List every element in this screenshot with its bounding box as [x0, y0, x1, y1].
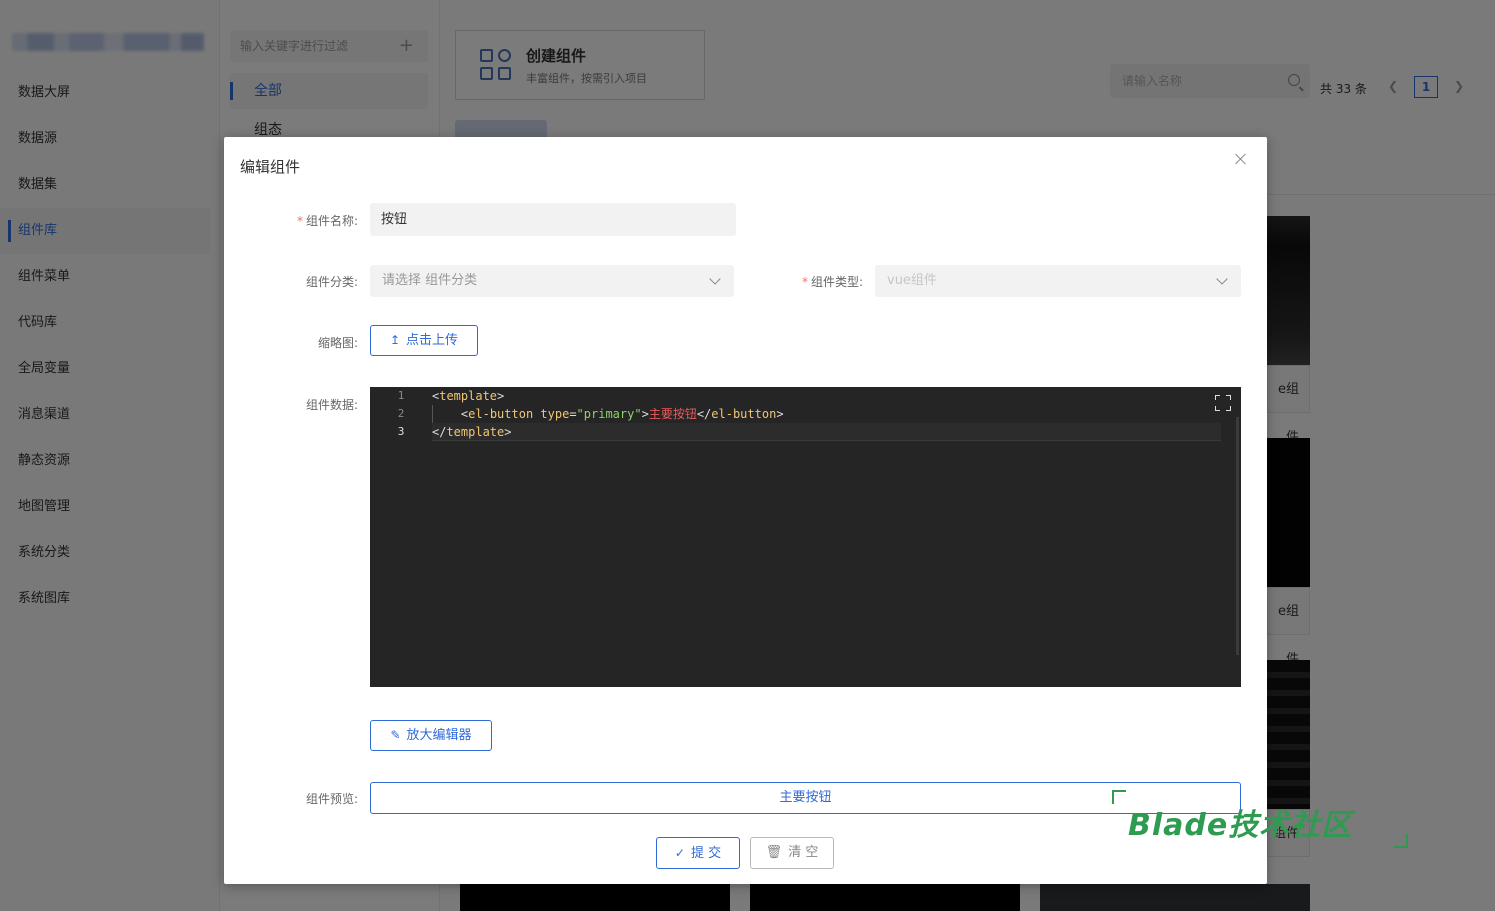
code-line: <template> [432, 389, 505, 403]
code-line: <el-button type="primary">主要按钮</el-butto… [460, 407, 784, 421]
editor-scrollbar[interactable] [1236, 417, 1239, 655]
code-line: </template> [432, 423, 1221, 441]
line-number-gutter: 1 2 3 [370, 387, 422, 441]
close-icon[interactable] [1233, 151, 1249, 167]
component-category-placeholder: 请选择 组件分类 [382, 273, 478, 288]
line-number: 2 [397, 407, 405, 420]
watermark-bracket [1394, 834, 1408, 848]
component-data-label: 组件数据: [305, 398, 358, 412]
component-type-label: * 组件类型: [801, 275, 863, 289]
clear-button[interactable]: 🗑 清 空 [750, 837, 834, 869]
chevron-down-icon [709, 273, 721, 285]
component-preview-label: 组件预览: [305, 792, 358, 806]
preview-primary-button[interactable]: 主要按钮 [370, 782, 1241, 814]
check-icon: ✓ [674, 846, 685, 860]
component-name-input[interactable]: 按钮 [370, 203, 736, 236]
code-editor[interactable]: 1 2 3 <template> <el-button type="primar… [370, 387, 1241, 687]
chevron-down-icon [1216, 273, 1228, 285]
line-number: 1 [397, 389, 405, 402]
dialog-title: 编辑组件 [240, 158, 301, 176]
edit-component-dialog: 编辑组件 * 组件名称: 按钮 组件分类: 请选择 组件分类 * 组件类型: vue… [224, 137, 1267, 884]
submit-button[interactable]: ✓ 提 交 [656, 837, 740, 869]
component-category-label: 组件分类: [305, 275, 358, 289]
upload-button[interactable]: ↥ 点击上传 [370, 325, 478, 356]
watermark-text: Blade技术社区 [1128, 808, 1353, 843]
watermark-bracket [1112, 790, 1126, 804]
required-asterisk: * [801, 275, 808, 289]
code-content[interactable]: <template> <el-button type="primary">主要按… [432, 387, 1221, 441]
fullscreen-icon[interactable] [1215, 395, 1231, 411]
thumbnail-label: 缩略图: [317, 336, 358, 350]
required-asterisk: * [296, 214, 303, 228]
trash-icon: 🗑 [765, 845, 783, 860]
component-category-select[interactable]: 请选择 组件分类 [370, 265, 734, 297]
component-type-value: vue组件 [887, 273, 937, 288]
edit-icon: ✎ [390, 728, 401, 742]
line-number: 3 [397, 425, 405, 438]
expand-editor-button[interactable]: ✎ 放大编辑器 [370, 720, 492, 751]
component-name-label: * 组件名称: [296, 214, 358, 228]
component-type-select: vue组件 [875, 265, 1241, 297]
upload-icon: ↥ [389, 333, 401, 347]
